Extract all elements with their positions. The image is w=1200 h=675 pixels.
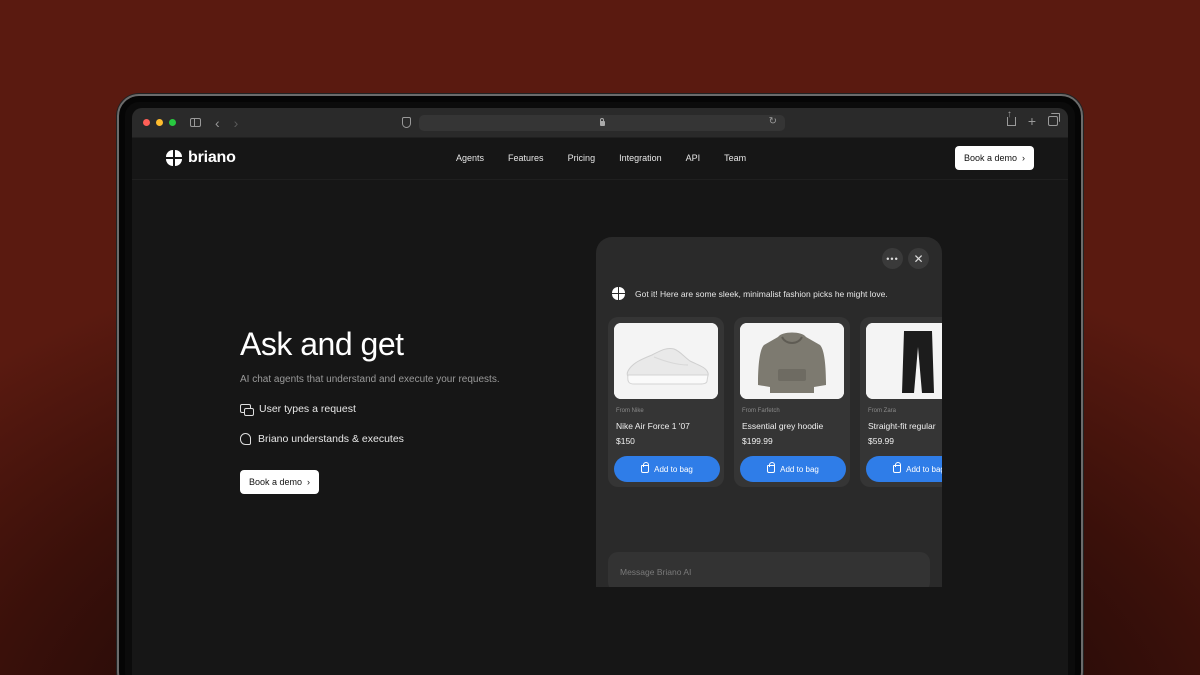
- product-card[interactable]: From Farfetch Essential grey hoodie $199…: [734, 317, 850, 487]
- bot-message: Got it! Here are some sleek, minimalist …: [612, 287, 888, 300]
- product-source: From Zara: [868, 408, 897, 414]
- nav-link-agents[interactable]: Agents: [456, 153, 484, 163]
- nav-link-api[interactable]: API: [686, 153, 701, 163]
- hero-book-demo-label: Book a demo: [248, 477, 303, 487]
- logo[interactable]: briano: [166, 149, 236, 167]
- bot-message-text: Got it! Here are some sleek, minimalist …: [635, 288, 888, 299]
- add-to-bag-button[interactable]: Add to bag: [740, 456, 846, 482]
- product-source: From Farfetch: [742, 408, 780, 414]
- product-card[interactable]: From Nike Nike Air Force 1 '07 $150 Add …: [608, 317, 724, 487]
- add-to-bag-label: Add to bag: [780, 464, 819, 474]
- chat-bubbles-icon: [240, 403, 254, 416]
- feature-label: User types a request: [259, 403, 356, 415]
- product-image: [614, 323, 718, 399]
- chat-panel: ••• ✕ Got it! Here are some sleek, minim…: [596, 237, 942, 587]
- add-to-bag-label: Add to bag: [906, 464, 942, 474]
- feature-item: User types a request: [240, 403, 356, 416]
- hero-book-demo-button[interactable]: Book a demo ›: [240, 470, 319, 494]
- forward-icon[interactable]: ›: [234, 116, 239, 130]
- zoom-window-button[interactable]: [169, 119, 176, 126]
- back-icon[interactable]: ‹: [215, 116, 220, 130]
- product-name: Nike Air Force 1 '07: [616, 421, 690, 431]
- browser-window: ‹ › ↻ + briano Agents: [132, 108, 1068, 675]
- product-image: [866, 323, 942, 399]
- brand-name: briano: [188, 149, 236, 166]
- chevron-right-icon: ›: [1022, 153, 1026, 163]
- add-to-bag-button[interactable]: Add to bag: [866, 456, 942, 482]
- hero-title: Ask and get: [240, 326, 404, 362]
- product-name: Essential grey hoodie: [742, 421, 824, 431]
- bag-icon: [767, 462, 776, 473]
- laptop-frame: ‹ › ↻ + briano Agents: [117, 94, 1083, 675]
- product-price: $150: [616, 436, 635, 446]
- feature-label: Briano understands & executes: [258, 433, 404, 445]
- chevron-right-icon: ›: [307, 477, 311, 487]
- nav-link-integration[interactable]: Integration: [619, 153, 662, 163]
- browser-toolbar: ‹ › ↻ +: [132, 108, 1068, 138]
- sidebar-icon[interactable]: [190, 118, 201, 127]
- briano-logo-icon: [166, 150, 182, 166]
- head-icon: [240, 433, 251, 445]
- nav-link-pricing[interactable]: Pricing: [568, 153, 596, 163]
- window-controls: [143, 119, 176, 126]
- briano-avatar-icon: [612, 287, 625, 300]
- sneaker-image: [614, 323, 718, 399]
- share-icon[interactable]: [1006, 109, 1016, 126]
- site-header: briano Agents Features Pricing Integrati…: [132, 138, 1068, 180]
- product-price: $59.99: [868, 436, 894, 446]
- close-window-button[interactable]: [143, 119, 150, 126]
- hoodie-image: [740, 323, 844, 399]
- add-to-bag-label: Add to bag: [654, 464, 693, 474]
- more-icon[interactable]: •••: [882, 248, 903, 269]
- product-image: [740, 323, 844, 399]
- shield-icon[interactable]: [402, 117, 411, 128]
- product-name: Straight-fit regular: [868, 421, 936, 431]
- lock-icon: [599, 117, 605, 126]
- product-price: $199.99: [742, 436, 773, 446]
- bag-icon: [641, 462, 650, 473]
- bag-icon: [893, 462, 902, 473]
- nav-link-team[interactable]: Team: [724, 153, 746, 163]
- add-to-bag-button[interactable]: Add to bag: [614, 456, 720, 482]
- plus-icon[interactable]: +: [1028, 114, 1036, 128]
- tabs-icon[interactable]: [1048, 113, 1060, 126]
- trousers-image: [866, 323, 942, 399]
- main-nav: Agents Features Pricing Integration API …: [456, 153, 746, 163]
- minimize-window-button[interactable]: [156, 119, 163, 126]
- nav-book-demo-label: Book a demo: [963, 153, 1018, 163]
- product-carousel: From Nike Nike Air Force 1 '07 $150 Add …: [608, 317, 942, 487]
- product-source: From Nike: [616, 408, 644, 414]
- message-input[interactable]: [608, 552, 930, 587]
- address-bar[interactable]: ↻: [419, 115, 785, 131]
- hero-subtitle: AI chat agents that understand and execu…: [240, 374, 500, 385]
- close-icon[interactable]: ✕: [908, 248, 929, 269]
- nav-link-features[interactable]: Features: [508, 153, 544, 163]
- nav-book-demo-button[interactable]: Book a demo ›: [955, 146, 1034, 170]
- product-card[interactable]: From Zara Straight-fit regular $59.99 Ad…: [860, 317, 942, 487]
- feature-item: Briano understands & executes: [240, 433, 404, 445]
- reload-icon[interactable]: ↻: [769, 116, 777, 127]
